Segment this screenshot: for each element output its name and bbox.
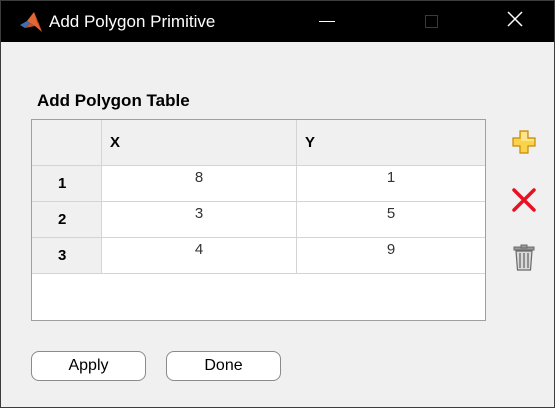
table-cell-x[interactable]: 8 [102, 166, 297, 202]
table-cell-y[interactable]: 5 [297, 202, 485, 238]
apply-button[interactable]: Apply [31, 351, 146, 381]
table-cell-y[interactable]: 9 [297, 238, 485, 274]
table-cell-x[interactable]: 4 [102, 238, 297, 274]
window-title: Add Polygon Primitive [49, 12, 216, 31]
row-number: 2 [58, 211, 67, 228]
row-header-1: 1 [32, 166, 102, 202]
close-icon [507, 11, 523, 32]
apply-button-label: Apply [68, 357, 109, 374]
add-row-button[interactable] [511, 129, 537, 155]
table-cell-x[interactable]: 3 [102, 202, 297, 238]
row-header-3: 3 [32, 238, 102, 274]
row-number: 3 [58, 247, 67, 264]
column-header-label: Y [305, 134, 316, 151]
done-button[interactable]: Done [166, 351, 281, 381]
matlab-logo-icon [19, 10, 43, 34]
title-bar: Add Polygon Primitive [1, 1, 554, 42]
dialog-window: Add Polygon Primitive Add Polygon Table … [0, 0, 555, 408]
table-cell-y[interactable]: 1 [297, 166, 485, 202]
clear-table-button[interactable] [511, 244, 537, 271]
row-number: 1 [58, 175, 67, 192]
column-header-label: X [110, 134, 121, 151]
delete-row-button[interactable] [511, 187, 537, 213]
column-header-x[interactable]: X [102, 120, 297, 166]
polygon-table: X Y 1 8 1 2 3 5 3 4 9 [31, 119, 486, 321]
minimize-icon [319, 21, 335, 22]
minimize-button[interactable] [301, 1, 353, 42]
add-icon [511, 130, 537, 159]
close-button[interactable] [489, 1, 541, 42]
maximize-icon [424, 15, 438, 28]
maximize-button[interactable] [405, 1, 457, 42]
column-header-y[interactable]: Y [297, 120, 485, 166]
trash-icon [511, 244, 537, 276]
corner-header [32, 120, 102, 166]
done-button-label: Done [204, 357, 243, 374]
delete-icon [511, 188, 537, 217]
table-title: Add Polygon Table [37, 91, 190, 110]
row-header-2: 2 [32, 202, 102, 238]
